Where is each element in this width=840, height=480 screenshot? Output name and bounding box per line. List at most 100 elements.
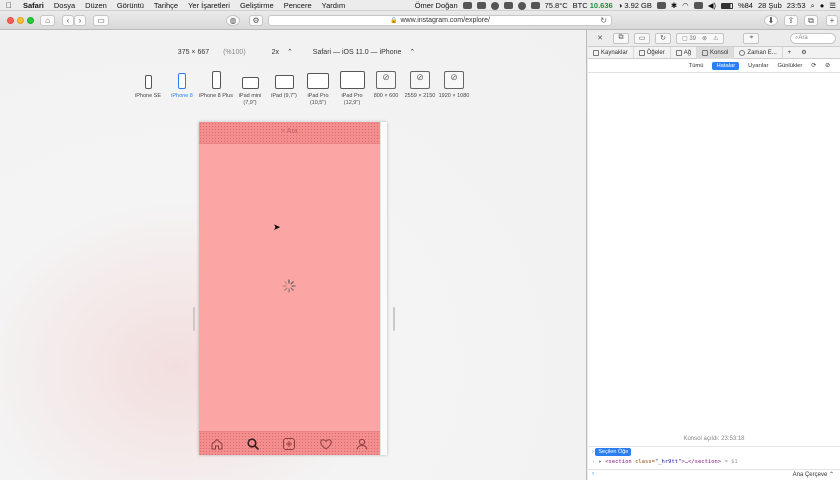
share-icon[interactable]: ⇪ [784, 15, 798, 26]
filter-errors[interactable]: Hatalar [712, 61, 740, 70]
filter-all[interactable]: Tümü [689, 63, 704, 69]
resize-handle-left[interactable] [193, 307, 195, 331]
issue-counter[interactable]: ▢ 39 ⊗ ⚠ [676, 32, 725, 44]
siri-icon[interactable]: ● [820, 1, 825, 10]
wifi-icon[interactable]: ◠ [682, 1, 689, 10]
app-icon[interactable] [490, 1, 499, 10]
menu-help[interactable]: Yardım [317, 1, 351, 10]
apple-icon[interactable]:  [0, 1, 18, 10]
btc-ticker[interactable]: BTC 10.636 [573, 1, 613, 10]
tab-timelines[interactable]: Zaman E... [734, 46, 783, 59]
user-agent-value: Safari — iOS 11.0 — iPhone [312, 49, 402, 56]
tab-elements[interactable]: Öğeler [634, 46, 671, 59]
resize-handle-right[interactable] [393, 307, 395, 331]
app-icon[interactable] [503, 2, 513, 9]
user-name[interactable]: Ömer Doğan [415, 1, 458, 10]
new-tab-icon[interactable]: + [826, 15, 838, 26]
zoom-window-button[interactable] [27, 17, 34, 24]
tab-console[interactable]: Konsol [697, 46, 735, 59]
memory-value: 3.92 GB [624, 1, 652, 10]
viewport-scrollbar[interactable] [380, 122, 387, 455]
home-icon[interactable] [210, 437, 224, 451]
device-ipad-pro-12[interactable]: iPad Pro (12,9") [335, 70, 369, 107]
close-window-button[interactable] [7, 17, 14, 24]
battery-icon[interactable] [720, 2, 733, 9]
notification-center-icon[interactable]: ☰ [829, 1, 836, 10]
device-ipad[interactable]: iPad (9,7") [267, 70, 301, 107]
new-post-icon[interactable] [282, 437, 296, 451]
instagram-search[interactable]: ⌕ Ara [199, 128, 380, 136]
console-prompt[interactable]: › [592, 471, 594, 477]
inspector-search-placeholder: Ara [798, 35, 808, 41]
temperature[interactable]: 75.8°C [545, 1, 568, 10]
device-1920x1080[interactable]: 1920 × 1080 [437, 70, 471, 107]
tab-network[interactable]: Ağ [671, 46, 698, 59]
selected-element-row[interactable]: › Seçilen Öğe [592, 448, 632, 456]
reload-page-icon[interactable]: ↻ [655, 32, 671, 44]
profile-icon[interactable] [355, 437, 369, 451]
error-count-icon: ⊗ [702, 35, 708, 42]
settings-gear-icon[interactable]: ⚙ [796, 47, 811, 59]
battery-percent[interactable]: %84 [738, 1, 753, 10]
tabs-overview-icon[interactable]: ⧉ [804, 15, 818, 26]
responsive-settings-icon[interactable]: ⚙ [249, 15, 263, 26]
device-iphone-8[interactable]: iPhone 8 [165, 70, 199, 107]
close-inspector-icon[interactable]: ✕ [592, 33, 608, 44]
menu-window[interactable]: Pencere [279, 1, 317, 10]
menu-safari[interactable]: Safari [18, 1, 49, 10]
element-picker-icon[interactable]: ⌖ [743, 32, 760, 44]
disclosure-triangle-icon[interactable]: ▸ [599, 459, 602, 465]
scale-select[interactable]: 2x ⌃ [266, 49, 293, 56]
inspector-search[interactable]: ⌕ Ara [790, 32, 836, 44]
minimize-window-button[interactable] [17, 17, 24, 24]
frame-select[interactable]: Ana Çerçeve ⌃ [793, 471, 834, 478]
search-placeholder: Ara [286, 128, 298, 135]
device-ipad-pro-10[interactable]: iPad Pro (10,5") [301, 70, 335, 107]
filter-logs[interactable]: Günlükler [777, 63, 802, 69]
app-icon[interactable] [476, 2, 486, 9]
dock-icon[interactable]: ▭ [634, 32, 650, 44]
preserve-log-icon[interactable]: ⟳ [811, 63, 816, 69]
app-icon[interactable] [656, 2, 666, 9]
downloads-icon[interactable]: ⬇ [764, 15, 778, 26]
menu-develop[interactable]: Geliştirme [235, 1, 279, 10]
search-icon[interactable] [246, 437, 260, 451]
bluetooth-icon[interactable]: ✱ [671, 1, 677, 10]
tab-resources[interactable]: Kaynaklar [588, 46, 634, 59]
memory[interactable]: ◑ 3.92 GB [618, 1, 652, 10]
app-icon[interactable] [530, 2, 540, 9]
add-tab-icon[interactable]: + [783, 47, 797, 59]
app-icon[interactable] [517, 1, 526, 10]
viewport-size[interactable]: 375 × 667 (%100) [172, 49, 252, 56]
selected-element-code[interactable]: ‹ ▸ <section class="_hr9tt">…</section> … [592, 459, 738, 465]
device-iphone-se[interactable]: iPhone SE [131, 70, 165, 107]
device-iphone-8-plus[interactable]: iPhone 8 Plus [199, 70, 233, 107]
spotlight-icon[interactable]: ⌕ [811, 1, 815, 11]
date[interactable]: 28 Şub [758, 1, 782, 10]
menu-view[interactable]: Görüntü [112, 1, 149, 10]
sidebar-icon[interactable]: ▭ [93, 15, 109, 26]
privacy-icon[interactable]: ◍ [226, 15, 240, 26]
back-button[interactable]: ‹ [62, 15, 74, 26]
device-800x600[interactable]: 800 × 600 [369, 70, 403, 107]
home-icon[interactable]: ⌂ [40, 15, 55, 26]
device-2559x2150[interactable]: 2559 × 2150 [403, 70, 437, 107]
address-bar[interactable]: 🔒 www.instagram.com/explore/ ↻ [268, 15, 612, 26]
menu-file[interactable]: Dosya [49, 1, 80, 10]
menu-history[interactable]: Tarihçe [149, 1, 183, 10]
menu-edit[interactable]: Düzen [80, 1, 112, 10]
device-ipad-mini[interactable]: iPad mini (7,9") [233, 70, 267, 107]
menu-bookmarks[interactable]: Yer İşaretleri [183, 1, 235, 10]
filter-warnings[interactable]: Uyarılar [748, 63, 768, 69]
volume-icon[interactable]: ◀) [708, 1, 716, 10]
instagram-page[interactable]: ⌕ Ara [199, 122, 380, 455]
airplay-icon[interactable] [693, 2, 703, 9]
user-agent-select[interactable]: Safari — iOS 11.0 — iPhone ⌃ [307, 49, 415, 56]
reload-icon[interactable]: ↻ [600, 16, 607, 25]
app-icon[interactable] [462, 2, 472, 9]
clock[interactable]: 23:53 [787, 1, 806, 10]
clear-console-icon[interactable]: ⊘ [825, 63, 830, 69]
forward-button[interactable]: › [74, 15, 86, 26]
detach-icon[interactable]: ⧉ [613, 32, 629, 44]
heart-icon[interactable] [319, 437, 333, 451]
